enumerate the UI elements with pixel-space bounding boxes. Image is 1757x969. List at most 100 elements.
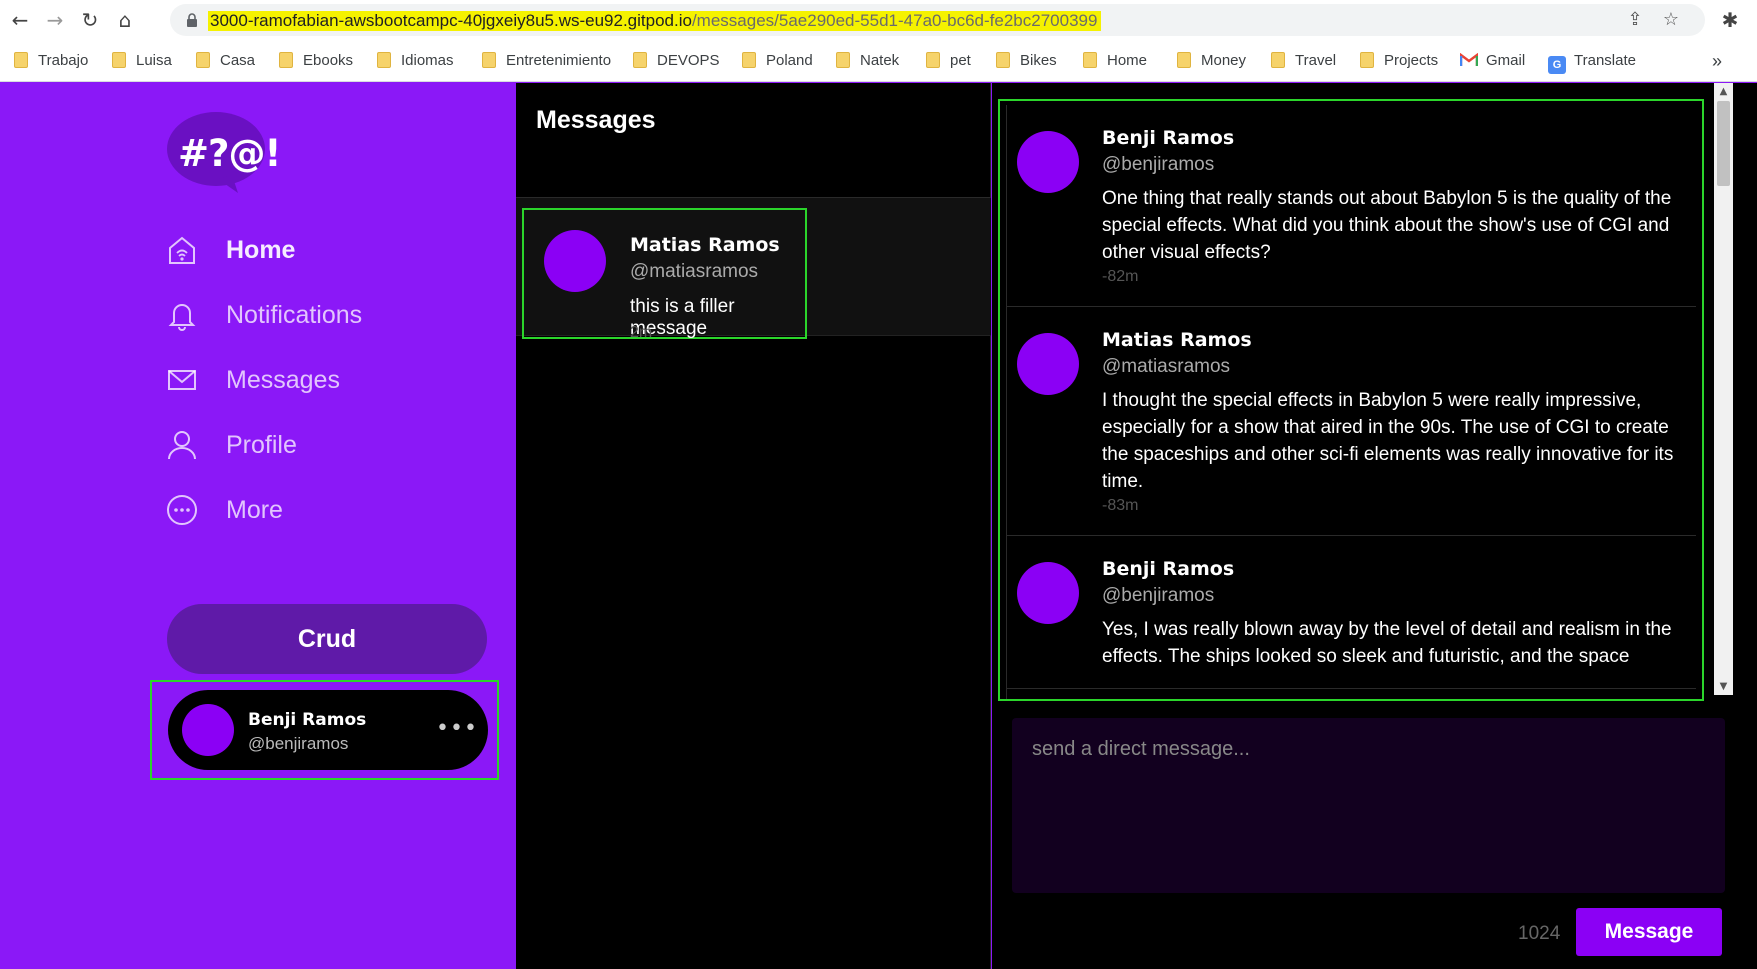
message-text: Yes, I was really blown away by the leve… — [1102, 619, 1672, 667]
nav-label: Messages — [226, 366, 340, 394]
envelope-icon — [168, 370, 196, 390]
bookmark-item[interactable]: Luisa — [112, 50, 172, 72]
folder-icon — [196, 52, 210, 68]
extensions-icon[interactable]: ✱ — [1718, 8, 1742, 32]
url-host: 3000-ramofabian-awsbootcampc-40jgxeiy8u5… — [210, 11, 692, 30]
folder-icon — [1083, 52, 1097, 68]
translate-icon: G — [1548, 56, 1566, 74]
home-icon[interactable]: ⌂ — [111, 6, 139, 34]
group-handle: @matiasramos — [630, 261, 759, 282]
avatar — [1017, 562, 1079, 624]
profile-highlight: Benji Ramos @benjiramos ••• — [150, 680, 499, 780]
avatar — [544, 230, 606, 292]
message-author: Benji Ramos — [1102, 127, 1235, 149]
folder-icon — [996, 52, 1010, 68]
forward-arrow-icon[interactable]: → — [41, 6, 69, 34]
nav-label: Home — [226, 236, 296, 264]
bookmark-item[interactable]: Bikes — [996, 50, 1057, 72]
group-time: 2m — [630, 324, 653, 341]
folder-icon — [112, 52, 126, 68]
home-icon — [169, 236, 195, 264]
conversation-panel: Benji Ramos @benjiramos One thing that r… — [992, 83, 1757, 969]
bell-icon — [168, 304, 196, 331]
profile-name: Benji Ramos — [248, 710, 367, 730]
group-preview: this is a filler message — [630, 296, 735, 339]
nav-more[interactable]: More — [166, 488, 466, 532]
address-bar[interactable]: 3000-ramofabian-awsbootcampc-40jgxeiy8u5… — [170, 4, 1705, 36]
folder-icon — [633, 52, 647, 68]
nav-notifications[interactable]: Notifications — [166, 293, 466, 337]
sidebar: #?@! Home Notifications Messages Profile — [0, 83, 516, 969]
message-author: Matias Ramos — [1102, 329, 1252, 351]
url-text[interactable]: 3000-ramofabian-awsbootcampc-40jgxeiy8u5… — [208, 11, 1102, 31]
group-highlight: Matias Ramos @matiasramos this is a fill… — [522, 208, 807, 341]
avatar — [1017, 131, 1079, 193]
profile-handle: @benjiramos — [248, 734, 349, 753]
url-path: /messages/5ae290ed-55d1-47a0-bc6d-fe2bc2… — [691, 11, 1098, 30]
back-arrow-icon[interactable]: ← — [6, 6, 34, 34]
folder-icon — [482, 52, 496, 68]
bookmark-item[interactable]: Money — [1177, 50, 1246, 72]
message-groups: Messages Matias Ramos @matiasramos this … — [516, 83, 991, 969]
scroll-thumb[interactable] — [1717, 101, 1730, 186]
folder-icon — [279, 52, 293, 68]
message-item: Benji Ramos @benjiramos One thing that r… — [1007, 105, 1696, 307]
bookmark-item[interactable]: Travel — [1271, 50, 1336, 72]
folder-icon — [926, 52, 940, 68]
bookmark-item[interactable]: pet — [926, 50, 971, 72]
profile-card[interactable]: Benji Ramos @benjiramos ••• — [168, 690, 488, 770]
folder-icon — [1177, 52, 1191, 68]
bookmark-item[interactable]: Idiomas — [377, 50, 454, 72]
bookmark-item[interactable]: DEVOPS — [633, 50, 720, 72]
nav-label: Profile — [226, 431, 297, 459]
scrollbar[interactable]: ▲ ▼ — [1714, 83, 1733, 695]
nav-messages[interactable]: Messages — [166, 358, 466, 402]
message-text: I thought the special effects in Babylon… — [1102, 390, 1674, 492]
group-name: Matias Ramos — [630, 234, 780, 256]
message-item: Matias Ramos @matiasramos I thought the … — [1007, 307, 1696, 536]
bookmark-item[interactable]: Casa — [196, 50, 255, 72]
page-title: Messages — [536, 106, 656, 134]
bookmark-item[interactable]: Home — [1083, 50, 1147, 72]
scroll-down-icon[interactable]: ▼ — [1714, 678, 1733, 695]
bookmark-translate[interactable]: G Translate — [1548, 50, 1636, 74]
message-list[interactable]: Benji Ramos @benjiramos One thing that r… — [1006, 105, 1696, 699]
browser-toolbar: ← → ↻ ⌂ 3000-ramofabian-awsbootcampc-40j… — [0, 0, 1757, 40]
bookmark-item[interactable]: Entretenimiento — [482, 50, 611, 72]
bookmark-gmail[interactable]: Gmail — [1460, 50, 1525, 72]
message-item: Benji Ramos @benjiramos Yes, I was reall… — [1007, 536, 1696, 689]
folder-icon — [742, 52, 756, 68]
crud-button[interactable]: Crud — [167, 604, 487, 674]
share-icon[interactable]: ⇪ — [1624, 9, 1646, 31]
message-input[interactable] — [1012, 718, 1725, 893]
bookmark-item[interactable]: Ebooks — [279, 50, 353, 72]
lock-icon — [187, 13, 197, 27]
logo-text: #?@! — [178, 132, 281, 175]
message-time: -83m — [1102, 497, 1139, 514]
send-message-button[interactable]: Message — [1576, 908, 1722, 956]
char-count: 1024 — [1518, 923, 1561, 944]
folder-icon — [1360, 52, 1374, 68]
bookmarks-bar: Trabajo Luisa Casa Ebooks Idiomas Entret… — [0, 40, 1757, 82]
folder-icon — [14, 52, 28, 68]
bookmark-item[interactable]: Poland — [742, 50, 813, 72]
nav-label: Notifications — [226, 301, 363, 329]
message-handle: @benjiramos — [1102, 585, 1215, 606]
avatar — [1017, 333, 1079, 395]
bookmark-item[interactable]: Natek — [836, 50, 899, 72]
folder-icon — [836, 52, 850, 68]
more-circle-icon — [167, 495, 197, 525]
bookmark-item[interactable]: Projects — [1360, 50, 1438, 72]
star-icon[interactable]: ☆ — [1660, 9, 1682, 31]
gmail-icon — [1460, 53, 1478, 66]
more-bookmarks-icon[interactable]: » — [1712, 50, 1722, 72]
bookmark-item[interactable]: Trabajo — [14, 50, 88, 72]
message-group-item[interactable]: Matias Ramos @matiasramos this is a fill… — [516, 198, 991, 341]
scroll-up-icon[interactable]: ▲ — [1714, 83, 1733, 100]
nav-label: More — [226, 496, 283, 524]
nav-home[interactable]: Home — [166, 228, 466, 272]
reload-icon[interactable]: ↻ — [76, 6, 104, 34]
nav-profile[interactable]: Profile — [166, 423, 466, 467]
more-dots-icon[interactable]: ••• — [436, 714, 477, 744]
user-icon — [168, 431, 196, 460]
